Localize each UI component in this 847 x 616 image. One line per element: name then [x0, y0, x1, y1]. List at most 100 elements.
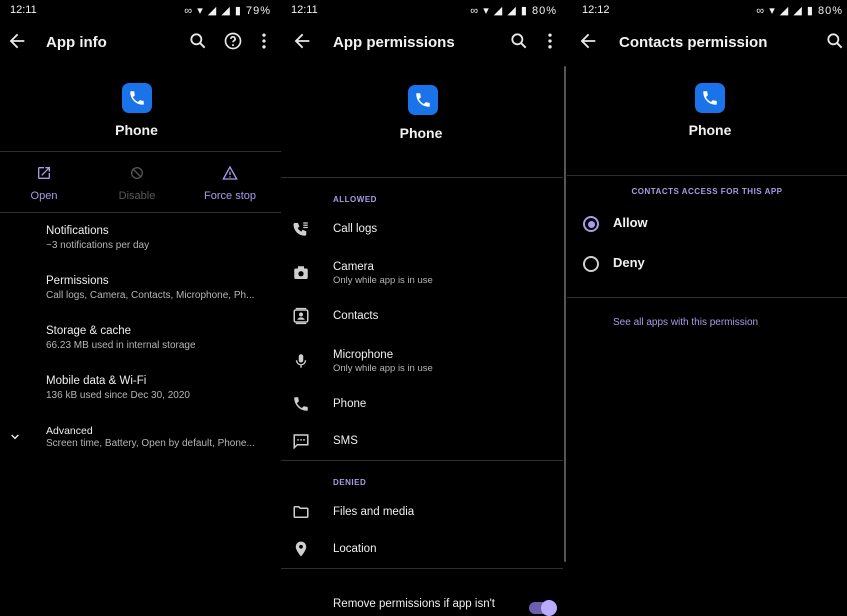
permission-title: Camera	[333, 261, 374, 273]
status-bar: 12:11 ∞ ▾ ◢ ◢ ▮ 80%	[281, 0, 567, 22]
divider	[281, 177, 563, 178]
status-time: 12:11	[10, 4, 37, 16]
item-subtitle: Screen time, Battery, Open by default, P…	[46, 438, 255, 449]
status-icons: ∞ ▾ ◢ ◢ ▮ 80%	[756, 4, 843, 17]
advanced-item[interactable]: Advanced Screen time, Battery, Open by d…	[0, 422, 281, 456]
item-subtitle: Call logs, Camera, Contacts, Microphone,…	[46, 290, 255, 301]
chevron-down-icon	[11, 434, 19, 440]
divider	[567, 175, 847, 176]
more-options-icon[interactable]	[254, 31, 274, 51]
signal-icon: ◢	[221, 5, 231, 17]
item-subtitle: 66.23 MB used in internal storage	[46, 340, 196, 351]
item-title: Storage & cache	[46, 325, 132, 337]
page-title: Contacts permission	[619, 34, 768, 51]
allow-radio[interactable]	[583, 216, 599, 232]
permission-title: SMS	[333, 435, 358, 447]
deny-radio[interactable]	[583, 256, 599, 272]
disable-button[interactable]: Disable	[97, 165, 177, 205]
open-button[interactable]: Open	[4, 165, 84, 205]
signal-icon: ◢	[779, 5, 790, 17]
allow-option[interactable]: Allow	[567, 210, 847, 236]
permission-title: Call logs	[333, 223, 378, 235]
app-info-screen: 12:11 ∞ ▾ ◢ ◢ ▮ 79% App info Phone Open …	[0, 0, 281, 616]
location-icon	[295, 541, 307, 557]
divider	[0, 212, 281, 213]
app-permissions-screen: 12:11 ∞ ▾ ◢ ◢ ▮ 80% App permissions Phon…	[281, 0, 567, 616]
disable-icon	[131, 167, 143, 179]
divider	[567, 297, 847, 298]
phone-icon	[128, 89, 146, 107]
permission-subtitle: Only while app is in use	[333, 363, 433, 374]
app-name: Phone	[115, 122, 158, 138]
status-bar: 12:11 ∞ ▾ ◢ ◢ ▮ 79%	[0, 0, 281, 22]
phone-app-icon	[695, 83, 725, 113]
divider	[281, 568, 563, 569]
phone-app-icon	[122, 83, 152, 113]
permission-subtitle: Only while app is in use	[333, 275, 433, 286]
open-label: Open	[30, 190, 58, 202]
permission-title: Location	[333, 543, 377, 555]
more-options-icon[interactable]	[540, 31, 560, 51]
remove-permissions-label: Remove permissions if app isn't	[333, 598, 495, 610]
battery-percent: 80%	[531, 5, 557, 17]
back-arrow-icon[interactable]	[6, 30, 28, 52]
permission-phone[interactable]: Phone	[281, 386, 567, 422]
battery-icon: ▮	[234, 5, 242, 17]
page-title: App permissions	[333, 34, 455, 51]
link-icon: ∞	[756, 5, 766, 17]
status-icons: ∞ ▾ ◢ ◢ ▮ 79%	[184, 4, 271, 17]
help-icon[interactable]	[223, 31, 243, 51]
deny-option[interactable]: Deny	[567, 250, 847, 276]
denied-section-header: DENIED	[333, 478, 367, 487]
search-icon[interactable]	[825, 31, 845, 51]
app-bar: Contacts permission	[567, 22, 847, 64]
item-title: Notifications	[46, 225, 109, 237]
option-label: Deny	[613, 255, 645, 270]
mobile-data-item[interactable]: Mobile data & Wi-Fi 136 kB used since De…	[0, 372, 281, 412]
notifications-item[interactable]: Notifications ~3 notifications per day	[0, 222, 281, 262]
status-bar: 12:12 ∞ ▾ ◢ ◢ ▮ 80%	[567, 0, 847, 22]
battery-icon: ▮	[806, 5, 814, 17]
signal-icon: ◢	[493, 5, 504, 17]
permission-call-logs[interactable]: Call logs	[281, 211, 567, 247]
status-time: 12:11	[291, 4, 318, 16]
microphone-icon	[295, 354, 307, 368]
permission-microphone[interactable]: Microphone Only while app is in use	[281, 343, 567, 379]
battery-percent: 80%	[817, 5, 843, 17]
wifi-icon: ▾	[769, 5, 776, 17]
status-icons: ∞ ▾ ◢ ◢ ▮ 80%	[470, 4, 557, 17]
wifi-icon: ▾	[197, 5, 204, 17]
permission-location[interactable]: Location	[281, 531, 567, 567]
warning-icon	[222, 165, 238, 180]
divider	[281, 460, 563, 461]
back-arrow-icon[interactable]	[577, 30, 599, 52]
storage-cache-item[interactable]: Storage & cache 66.23 MB used in interna…	[0, 322, 281, 362]
phone-icon	[292, 395, 310, 413]
permission-sms[interactable]: SMS	[281, 423, 567, 459]
permission-files-and-media[interactable]: Files and media	[281, 494, 567, 530]
back-arrow-icon[interactable]	[291, 30, 313, 52]
section-header: CONTACTS ACCESS FOR THIS APP	[631, 187, 783, 196]
open-in-new-icon	[38, 167, 50, 179]
battery-percent: 79%	[245, 5, 271, 17]
search-icon[interactable]	[188, 31, 208, 51]
force-stop-button[interactable]: Force stop	[190, 165, 270, 205]
permission-camera[interactable]: Camera Only while app is in use	[281, 255, 567, 291]
see-all-apps-link[interactable]: See all apps with this permission	[613, 317, 758, 328]
item-subtitle: 136 kB used since Dec 30, 2020	[46, 390, 190, 401]
force-stop-label: Force stop	[204, 190, 256, 202]
permissions-item[interactable]: Permissions Call logs, Camera, Contacts,…	[0, 272, 281, 312]
permission-title: Microphone	[333, 349, 394, 361]
app-name: Phone	[399, 125, 443, 141]
item-title: Permissions	[46, 275, 109, 287]
divider	[0, 151, 281, 152]
remove-permissions-setting[interactable]: Remove permissions if app isn't	[281, 590, 567, 616]
signal-icon: ◢	[793, 5, 803, 17]
signal-icon: ◢	[507, 5, 517, 17]
phone-icon	[701, 89, 719, 107]
search-icon[interactable]	[509, 31, 529, 51]
page-title: App info	[46, 34, 107, 51]
remove-permissions-toggle[interactable]	[529, 600, 557, 616]
permission-contacts[interactable]: Contacts	[281, 298, 567, 334]
battery-icon: ▮	[520, 5, 528, 17]
